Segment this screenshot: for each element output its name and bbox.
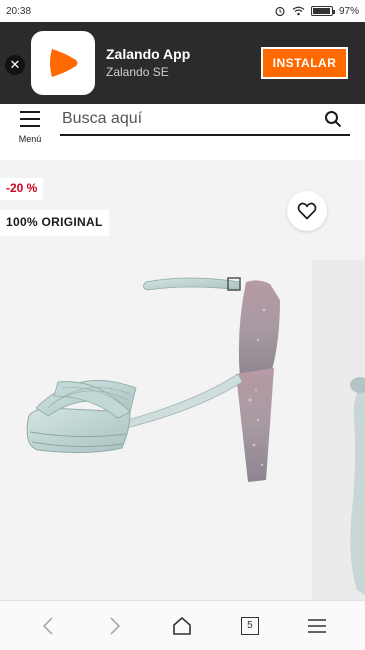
forward-button[interactable]: [100, 611, 130, 641]
forward-icon: [110, 616, 121, 635]
next-product-preview[interactable]: [312, 260, 365, 600]
app-info: Zalando App Zalando SE: [106, 46, 190, 79]
back-button[interactable]: [33, 611, 63, 641]
search-icon[interactable]: [324, 110, 342, 128]
next-product-image: [350, 377, 365, 596]
alarm-icon: [275, 6, 285, 17]
tabs-icon: 5: [240, 616, 259, 635]
menu-label: Menú: [18, 134, 42, 144]
browser-menu-button[interactable]: [302, 611, 332, 641]
app-logo: [31, 31, 95, 95]
tabs-button[interactable]: 5: [235, 611, 265, 641]
back-icon: [42, 616, 53, 635]
separator: [0, 150, 365, 160]
heart-icon: [297, 202, 317, 220]
battery-percent: 97%: [338, 5, 359, 17]
product-image-carousel[interactable]: -20 % 100% ORIGINAL: [0, 160, 365, 600]
hamburger-icon: [20, 108, 40, 127]
home-icon: [173, 616, 192, 635]
home-button[interactable]: [167, 611, 197, 641]
browser-bottom-nav: 5: [0, 600, 365, 650]
battery-icon: [310, 6, 335, 16]
status-icons: 97%: [274, 5, 359, 17]
product-image: [26, 277, 280, 482]
menu-icon: [308, 618, 327, 633]
discount-badge: -20 %: [0, 178, 44, 200]
original-badge: 100% ORIGINAL: [0, 210, 109, 236]
status-time: 20:38: [6, 5, 32, 17]
app-name: Zalando App: [106, 46, 191, 62]
status-bar: 20:38 97%: [0, 0, 365, 22]
search-box[interactable]: [60, 104, 350, 136]
close-icon: ✕: [9, 57, 21, 72]
wishlist-button[interactable]: [287, 191, 327, 231]
zalando-play-logo-icon: [50, 49, 78, 77]
app-install-banner: ✕ Zalando App Zalando SE INSTALAR: [0, 22, 365, 104]
menu-button[interactable]: Menú: [12, 108, 48, 144]
search-input[interactable]: [60, 110, 310, 128]
close-banner-button[interactable]: ✕: [5, 55, 25, 75]
site-header: Menú: [0, 104, 365, 150]
app-publisher: Zalando SE: [106, 65, 169, 79]
install-button[interactable]: INSTALAR: [261, 47, 348, 79]
wifi-icon: [292, 6, 305, 16]
